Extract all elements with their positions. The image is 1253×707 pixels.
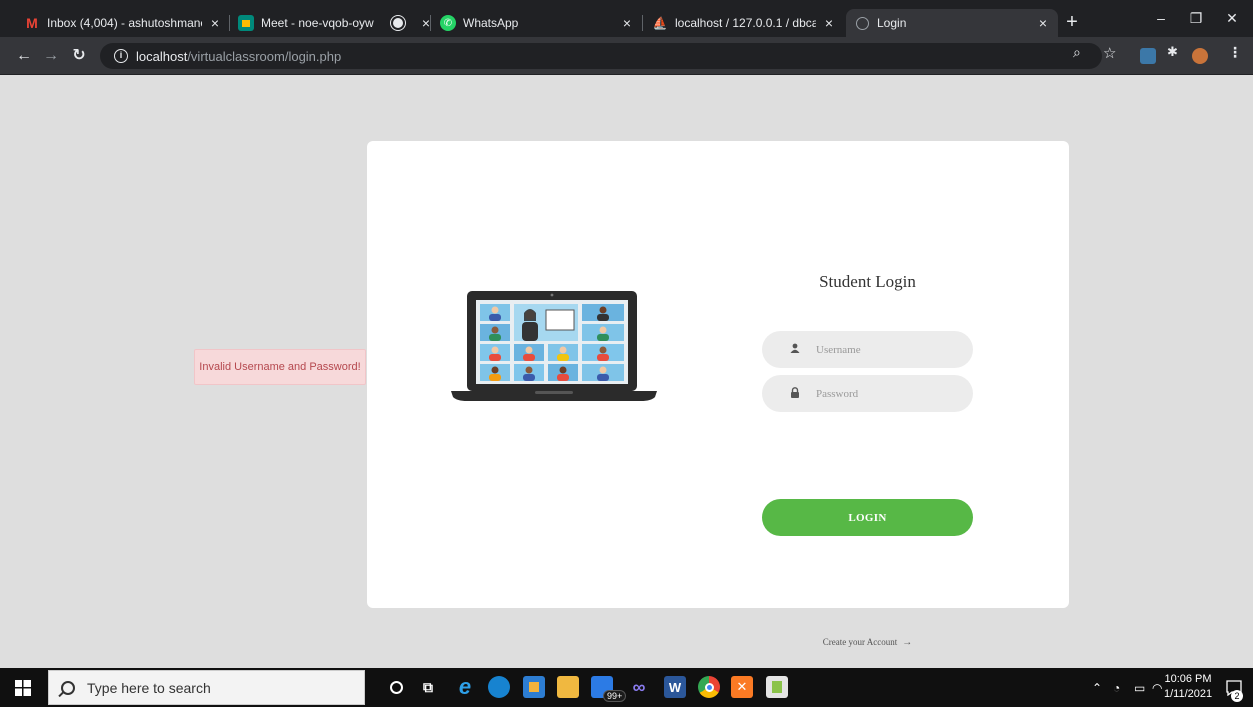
task-view-icon[interactable]: ⧉ bbox=[417, 676, 439, 698]
tab-phpmyadmin[interactable]: ⛵ localhost / 127.0.0.1 / dbcaiwl × bbox=[644, 9, 844, 37]
close-icon[interactable]: × bbox=[822, 15, 836, 31]
bookmark-star-icon[interactable]: ☆ bbox=[1103, 44, 1116, 62]
search-icon bbox=[61, 680, 75, 695]
close-icon[interactable]: × bbox=[1036, 15, 1050, 31]
word-icon[interactable]: W bbox=[664, 676, 686, 698]
windows-taskbar: Type here to search ⧉ e 99+ ∞ W ✕ ⌃ ◔ ▭ … bbox=[0, 668, 1253, 707]
tab-title: localhost / 127.0.0.1 / dbcaiwl bbox=[675, 16, 816, 30]
tab-login[interactable]: Login × bbox=[846, 9, 1058, 37]
info-icon[interactable]: i bbox=[114, 49, 128, 63]
clock-time: 10:06 PM bbox=[1164, 673, 1212, 685]
extension-icon[interactable] bbox=[1140, 48, 1156, 64]
phpmyadmin-icon: ⛵ bbox=[652, 16, 668, 30]
profile-avatar[interactable] bbox=[1192, 48, 1208, 64]
new-tab-icon[interactable]: + bbox=[1062, 12, 1082, 32]
extensions-puzzle-icon[interactable]: ✱ bbox=[1167, 44, 1178, 60]
address-bar[interactable]: i localhost/virtualclassroom/login.php bbox=[100, 43, 1102, 69]
url-path: /virtualclassroom/login.php bbox=[187, 48, 342, 64]
user-icon bbox=[788, 343, 802, 356]
tab-title: WhatsApp bbox=[463, 16, 519, 30]
tab-separator bbox=[642, 15, 643, 31]
laptop-video-call-illustration bbox=[451, 291, 657, 401]
notepad-plus-icon[interactable] bbox=[766, 676, 788, 698]
tray-onedrive-icon[interactable]: ◔ bbox=[1113, 668, 1120, 707]
tray-wifi-icon[interactable]: ◠ bbox=[1152, 668, 1162, 707]
forward-icon[interactable]: → bbox=[41, 46, 61, 66]
password-field[interactable] bbox=[762, 375, 973, 412]
tab-title: Meet - noe-vqob-oyw bbox=[261, 16, 374, 30]
windows-start-icon[interactable] bbox=[8, 668, 38, 707]
arrow-right-icon: → bbox=[902, 637, 913, 648]
tray-battery-icon[interactable]: ▭ bbox=[1134, 668, 1145, 707]
close-icon[interactable]: × bbox=[620, 15, 634, 31]
window-close-icon[interactable]: ✕ bbox=[1222, 8, 1242, 28]
create-account-link[interactable]: Create your Account → bbox=[762, 637, 973, 648]
lock-icon bbox=[788, 386, 802, 401]
tab-gmail[interactable]: M Inbox (4,004) - ashutoshmane( × bbox=[16, 9, 230, 37]
meet-icon bbox=[238, 15, 254, 31]
url-host: localhost bbox=[136, 48, 188, 64]
tab-meet[interactable]: Meet - noe-vqob-oyw bbox=[230, 9, 382, 37]
tab-title: Login bbox=[877, 16, 907, 30]
login-card: Student Login LOGIN Create your Account → bbox=[367, 141, 1069, 648]
chrome-icon[interactable] bbox=[698, 676, 720, 698]
taskbar-search-box[interactable]: Type here to search bbox=[48, 670, 365, 705]
taskbar-clock[interactable]: 10:06 PM 1/11/2021 bbox=[1164, 672, 1212, 702]
create-account-label: Create your Account bbox=[822, 637, 898, 647]
form-title: Student Login bbox=[819, 272, 916, 291]
clock-date: 1/11/2021 bbox=[1164, 688, 1213, 700]
browser-toolbar: ← → ↻ i localhost/virtualclassroom/login… bbox=[0, 37, 1253, 75]
back-icon[interactable]: ← bbox=[14, 46, 34, 66]
tab-separator bbox=[430, 15, 431, 31]
xampp-icon[interactable]: ✕ bbox=[731, 676, 753, 698]
file-explorer-icon[interactable] bbox=[557, 676, 579, 698]
password-input[interactable] bbox=[816, 387, 966, 400]
whatsapp-icon: ✆ bbox=[440, 15, 456, 31]
minimize-icon[interactable]: – bbox=[1151, 8, 1171, 28]
restore-icon[interactable]: ❐ bbox=[1186, 8, 1206, 28]
username-field[interactable] bbox=[762, 331, 973, 368]
zoom-icon[interactable]: ⌕ bbox=[1073, 44, 1081, 61]
error-alert: Invalid Username and Password! bbox=[194, 349, 366, 385]
browser-tab-strip: M Inbox (4,004) - ashutoshmane( × Meet -… bbox=[0, 0, 1253, 37]
recording-icon bbox=[390, 15, 406, 31]
internet-explorer-icon[interactable]: e bbox=[454, 674, 476, 699]
tab-title: Inbox (4,004) - ashutoshmane( bbox=[47, 16, 202, 30]
globe-icon bbox=[854, 15, 870, 31]
menu-kebab-icon[interactable]: ⋮ bbox=[1228, 44, 1242, 61]
reload-icon[interactable]: ↻ bbox=[69, 46, 89, 66]
username-input[interactable] bbox=[816, 343, 966, 356]
notification-count-badge: 2 bbox=[1231, 690, 1243, 702]
tray-chevron-up-icon[interactable]: ⌃ bbox=[1092, 668, 1102, 707]
page-content: Invalid Username and Password! Student L… bbox=[0, 76, 1253, 668]
mail-badge: 99+ bbox=[603, 690, 627, 702]
edge-icon[interactable] bbox=[488, 676, 510, 698]
tab-whatsapp[interactable]: ✆ WhatsApp × bbox=[432, 9, 642, 37]
login-button[interactable]: LOGIN bbox=[762, 499, 973, 536]
close-icon[interactable]: × bbox=[419, 15, 430, 31]
store-icon[interactable] bbox=[523, 676, 545, 698]
infinity-app-icon[interactable]: ∞ bbox=[628, 676, 650, 698]
cortana-icon[interactable] bbox=[385, 676, 407, 698]
tab-recording[interactable]: × bbox=[382, 9, 430, 37]
gmail-icon: M bbox=[26, 15, 38, 31]
close-icon[interactable]: × bbox=[208, 15, 222, 31]
search-placeholder: Type here to search bbox=[87, 679, 211, 696]
